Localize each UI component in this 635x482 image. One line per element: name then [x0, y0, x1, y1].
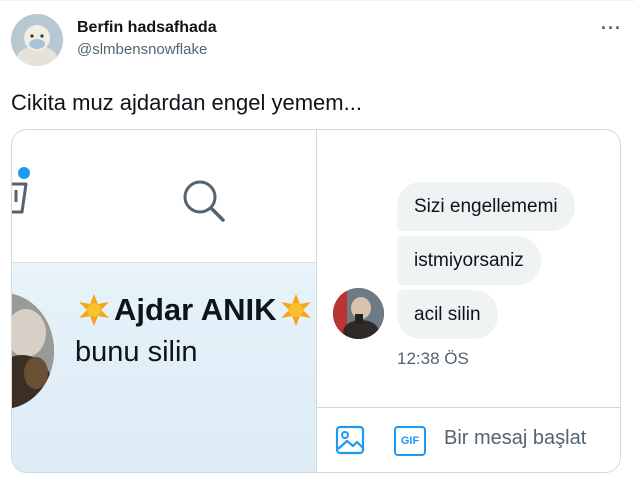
image-icon[interactable] [335, 425, 365, 455]
sender-avatar[interactable] [333, 288, 384, 339]
compose-divider [317, 407, 620, 408]
contact-name-row: Ajdar ANIK [76, 290, 314, 330]
author-avatar[interactable] [11, 14, 63, 66]
more-horizontal-icon[interactable]: ··· [601, 18, 622, 39]
message-bubble: Sizi engellememi [397, 182, 575, 231]
message-bubble: istmiyorsaniz [397, 236, 541, 285]
message-bubble: acil silin [397, 290, 498, 339]
star-emoji-icon [79, 294, 109, 326]
conversation-panel: Sizi engellememi istmiyorsaniz acil sili… [317, 130, 620, 472]
message-compose-input[interactable] [444, 420, 616, 456]
top-border [0, 0, 635, 1]
last-message-preview: bunu silin [75, 336, 198, 368]
dm-list-panel: Ajdar ANIK bunu silin [12, 130, 316, 472]
notification-dot [18, 167, 30, 179]
search-icon[interactable] [181, 178, 227, 224]
author-handle[interactable]: @slmbensnowflake [77, 41, 207, 58]
star-emoji-icon [281, 294, 312, 326]
gif-icon[interactable]: GIF [394, 426, 426, 456]
message-timestamp: 12:38 ÖS [397, 349, 469, 368]
contact-name: Ajdar ANIK [114, 292, 277, 327]
notification-icon [12, 178, 30, 220]
author-display-name[interactable]: Berfin hadsafhada [77, 19, 217, 37]
tweet-media-screenshot[interactable]: Ajdar ANIK bunu silin Sizi engellememi i… [11, 129, 621, 473]
tweet-text: Cikita muz ajdardan engel yemem... [11, 90, 362, 115]
